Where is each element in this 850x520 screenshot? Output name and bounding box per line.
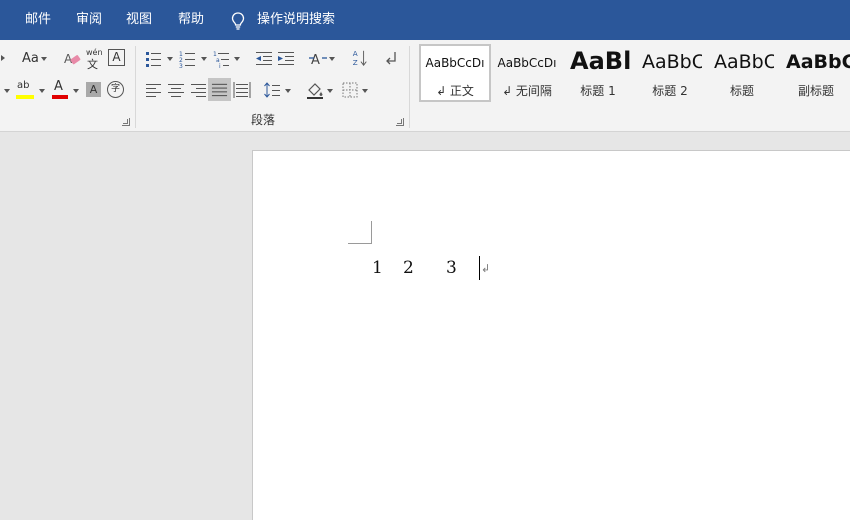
- style-name: ↲ 正文: [436, 84, 474, 98]
- svg-text:A: A: [311, 53, 320, 68]
- styles-gallery: AaBbCcDı ↲ 正文 AaBbCcDı ↲ 无间隔 AaBl 标题 1 A…: [416, 42, 850, 102]
- align-center-icon[interactable]: [167, 81, 185, 99]
- distributed-icon[interactable]: [233, 81, 251, 99]
- increase-indent-icon[interactable]: [277, 50, 295, 68]
- clear-formatting-icon[interactable]: A: [63, 50, 81, 68]
- style-heading-2[interactable]: AaBbC 标题 2: [638, 44, 702, 102]
- font-color-dropdown[interactable]: [73, 89, 79, 93]
- style-name: 副标题: [797, 84, 834, 98]
- paragraph-mark: ↲: [481, 262, 491, 275]
- style-normal[interactable]: AaBbCcDı ↲ 正文: [419, 44, 491, 102]
- decrease-indent-icon[interactable]: [255, 50, 273, 68]
- tab-mailings[interactable]: 邮件: [25, 12, 51, 28]
- character-border-button[interactable]: A: [108, 49, 125, 66]
- highlight-glyph: ab: [17, 80, 30, 91]
- font-color-glyph: A: [54, 79, 63, 94]
- document-char-1: 1: [372, 258, 383, 278]
- style-name: 标题 2: [652, 84, 688, 98]
- text-highlight-button[interactable]: ab: [16, 80, 38, 100]
- font-dialog-launcher[interactable]: [122, 118, 130, 126]
- numbering-dropdown[interactable]: [201, 57, 207, 61]
- chinese-layout-icon[interactable]: A: [309, 50, 327, 68]
- phonetic-guide-button[interactable]: wén 文: [85, 48, 103, 71]
- borders-icon[interactable]: [341, 81, 359, 99]
- enclose-characters-button[interactable]: 字: [107, 81, 124, 98]
- font-color-swatch: [52, 95, 68, 99]
- tell-me-search[interactable]: 操作说明搜索: [257, 12, 335, 28]
- style-name: ↲ 无间隔: [502, 84, 552, 98]
- change-case-dropdown[interactable]: [41, 57, 47, 61]
- phonetic-guide-char: 文: [87, 58, 98, 71]
- text-effects-dropdown[interactable]: [4, 89, 10, 93]
- style-preview: AaBl: [570, 47, 630, 75]
- style-preview: AaBbCcDı: [425, 56, 485, 70]
- svg-text:Z: Z: [353, 58, 358, 67]
- text-cursor: [479, 256, 480, 280]
- show-formatting-marks-icon[interactable]: [383, 50, 401, 68]
- multilevel-list-dropdown[interactable]: [234, 57, 240, 61]
- style-name: 标题: [729, 84, 754, 98]
- style-preview: AaBbC: [786, 51, 850, 73]
- lightbulb-icon[interactable]: [229, 11, 247, 31]
- chinese-layout-dropdown[interactable]: [329, 57, 335, 61]
- ribbon-tab-bar: 邮件 审阅 视图 帮助 操作说明搜索: [0, 0, 850, 40]
- align-left-icon[interactable]: [145, 81, 163, 99]
- style-preview: AaBbC: [714, 51, 774, 73]
- style-heading-1[interactable]: AaBl 标题 1: [566, 44, 630, 102]
- change-case-button[interactable]: Aa: [22, 50, 39, 68]
- group-separator: [409, 46, 410, 128]
- document-char-2: 2: [403, 258, 414, 278]
- tab-view[interactable]: 视图: [126, 12, 152, 28]
- svg-text:i: i: [219, 63, 221, 68]
- justify-icon: [211, 83, 228, 97]
- multilevel-list-icon[interactable]: 1 a i: [213, 50, 231, 68]
- shading-bucket-icon[interactable]: [306, 81, 324, 99]
- bullets-dropdown[interactable]: [167, 57, 173, 61]
- paragraph-dialog-launcher[interactable]: [396, 118, 404, 126]
- sort-icon[interactable]: A Z: [351, 49, 369, 67]
- numbering-icon[interactable]: 1 2 3: [179, 50, 197, 68]
- tab-help[interactable]: 帮助: [178, 12, 204, 28]
- highlight-color-swatch: [16, 95, 34, 99]
- shading-dropdown[interactable]: [327, 89, 333, 93]
- bullets-icon[interactable]: [145, 50, 163, 68]
- paragraph-group-label: 段落: [251, 113, 276, 127]
- style-no-spacing[interactable]: AaBbCcDı ↲ 无间隔: [494, 44, 560, 102]
- style-subtitle[interactable]: AaBbC 副标题: [782, 44, 850, 102]
- style-name: 标题 1: [580, 84, 616, 98]
- character-shading-button[interactable]: A: [86, 82, 101, 97]
- line-spacing-dropdown[interactable]: [285, 89, 291, 93]
- style-preview: AaBbCcDı: [497, 56, 557, 70]
- style-preview: AaBbC: [642, 51, 702, 73]
- borders-dropdown[interactable]: [362, 89, 368, 93]
- justify-button-active[interactable]: [208, 78, 231, 101]
- line-spacing-icon[interactable]: [263, 81, 281, 99]
- group-separator: [135, 46, 136, 128]
- document-char-3: 3: [446, 258, 457, 278]
- align-right-icon[interactable]: [189, 81, 207, 99]
- ribbon: Aa A wén 文 A ab A A 字 1 2 3 1 a i A A Z …: [0, 40, 850, 132]
- highlight-dropdown[interactable]: [39, 89, 45, 93]
- style-title[interactable]: AaBbC 标题: [710, 44, 774, 102]
- font-size-dropdown-arrow[interactable]: [1, 55, 5, 61]
- svg-text:3: 3: [179, 63, 183, 68]
- document-page[interactable]: [252, 150, 850, 520]
- tab-review[interactable]: 审阅: [76, 12, 102, 28]
- font-color-button[interactable]: A: [51, 79, 71, 100]
- page-margin-corner-mark: [348, 221, 372, 244]
- svg-text:A: A: [353, 49, 358, 58]
